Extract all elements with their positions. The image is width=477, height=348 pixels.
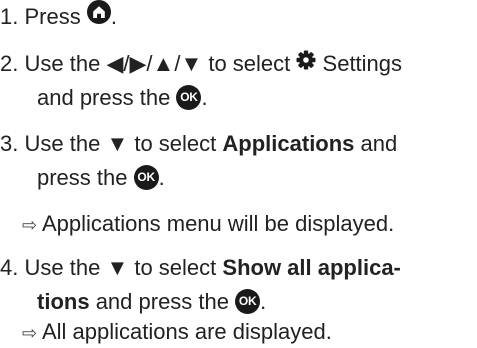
gear-icon bbox=[296, 48, 316, 78]
step-text: press the bbox=[37, 165, 128, 190]
menu-target: tions bbox=[37, 289, 90, 314]
step-3-continued: press the OK. bbox=[37, 163, 165, 193]
result-line: ⇨ Applications menu will be displayed. bbox=[22, 209, 394, 239]
down-arrow-icon: ▼ bbox=[106, 131, 129, 156]
step-text: to select bbox=[134, 131, 217, 156]
step-4: 4. Use the ▼ to select Show all applica- bbox=[0, 253, 401, 283]
result-line: ⇨ All applications are displayed. bbox=[22, 317, 332, 347]
step-text: Use the bbox=[24, 255, 101, 280]
menu-target: Applications bbox=[222, 131, 355, 156]
step-text: to select bbox=[134, 255, 217, 280]
left-arrow-icon: ◀ bbox=[106, 51, 124, 76]
ok-button-icon: OK bbox=[235, 288, 261, 314]
step-text: Use the bbox=[24, 51, 101, 76]
step-2-continued: and press the OK. bbox=[37, 83, 208, 113]
step-end: . bbox=[158, 165, 165, 190]
ok-button-icon: OK bbox=[176, 84, 202, 110]
home-icon bbox=[86, 0, 111, 32]
menu-target: Show all applica- bbox=[222, 255, 401, 280]
step-1: 1. Press . bbox=[0, 0, 117, 32]
step-text: Use the bbox=[24, 131, 101, 156]
step-number: 1. bbox=[0, 4, 19, 29]
step-number: 4. bbox=[0, 255, 19, 280]
step-text: to select bbox=[208, 51, 291, 76]
right-arrow-icon: ▶ bbox=[129, 51, 147, 76]
step-number: 3. bbox=[0, 131, 19, 156]
up-arrow-icon: ▲ bbox=[152, 51, 175, 76]
result-arrow-icon: ⇨ bbox=[22, 215, 38, 235]
result-arrow-icon: ⇨ bbox=[22, 323, 38, 343]
step-4-continued: tions and press the OK. bbox=[37, 287, 266, 317]
step-text: and press the bbox=[95, 289, 229, 314]
step-text: and press the bbox=[37, 85, 171, 110]
result-text: All applications are displayed. bbox=[42, 319, 332, 344]
step-3: 3. Use the ▼ to select Applications and bbox=[0, 129, 397, 159]
step-end: . bbox=[260, 289, 267, 314]
ok-button-icon: OK bbox=[133, 164, 159, 190]
settings-label: Settings bbox=[322, 51, 403, 76]
step-number: 2. bbox=[0, 51, 19, 76]
step-end: . bbox=[110, 4, 117, 29]
result-text: Applications menu will be displayed. bbox=[42, 211, 395, 236]
instruction-steps: 1. Press . 2. Use the ◀/▶/▲/▼ to select bbox=[0, 0, 477, 347]
step-text: and bbox=[360, 131, 398, 156]
down-arrow-icon: ▼ bbox=[106, 255, 129, 280]
down-arrow-icon: ▼ bbox=[180, 51, 203, 76]
step-end: . bbox=[201, 85, 208, 110]
step-2: 2. Use the ◀/▶/▲/▼ to select Settings bbox=[0, 49, 402, 79]
step-text: Press bbox=[24, 4, 81, 29]
